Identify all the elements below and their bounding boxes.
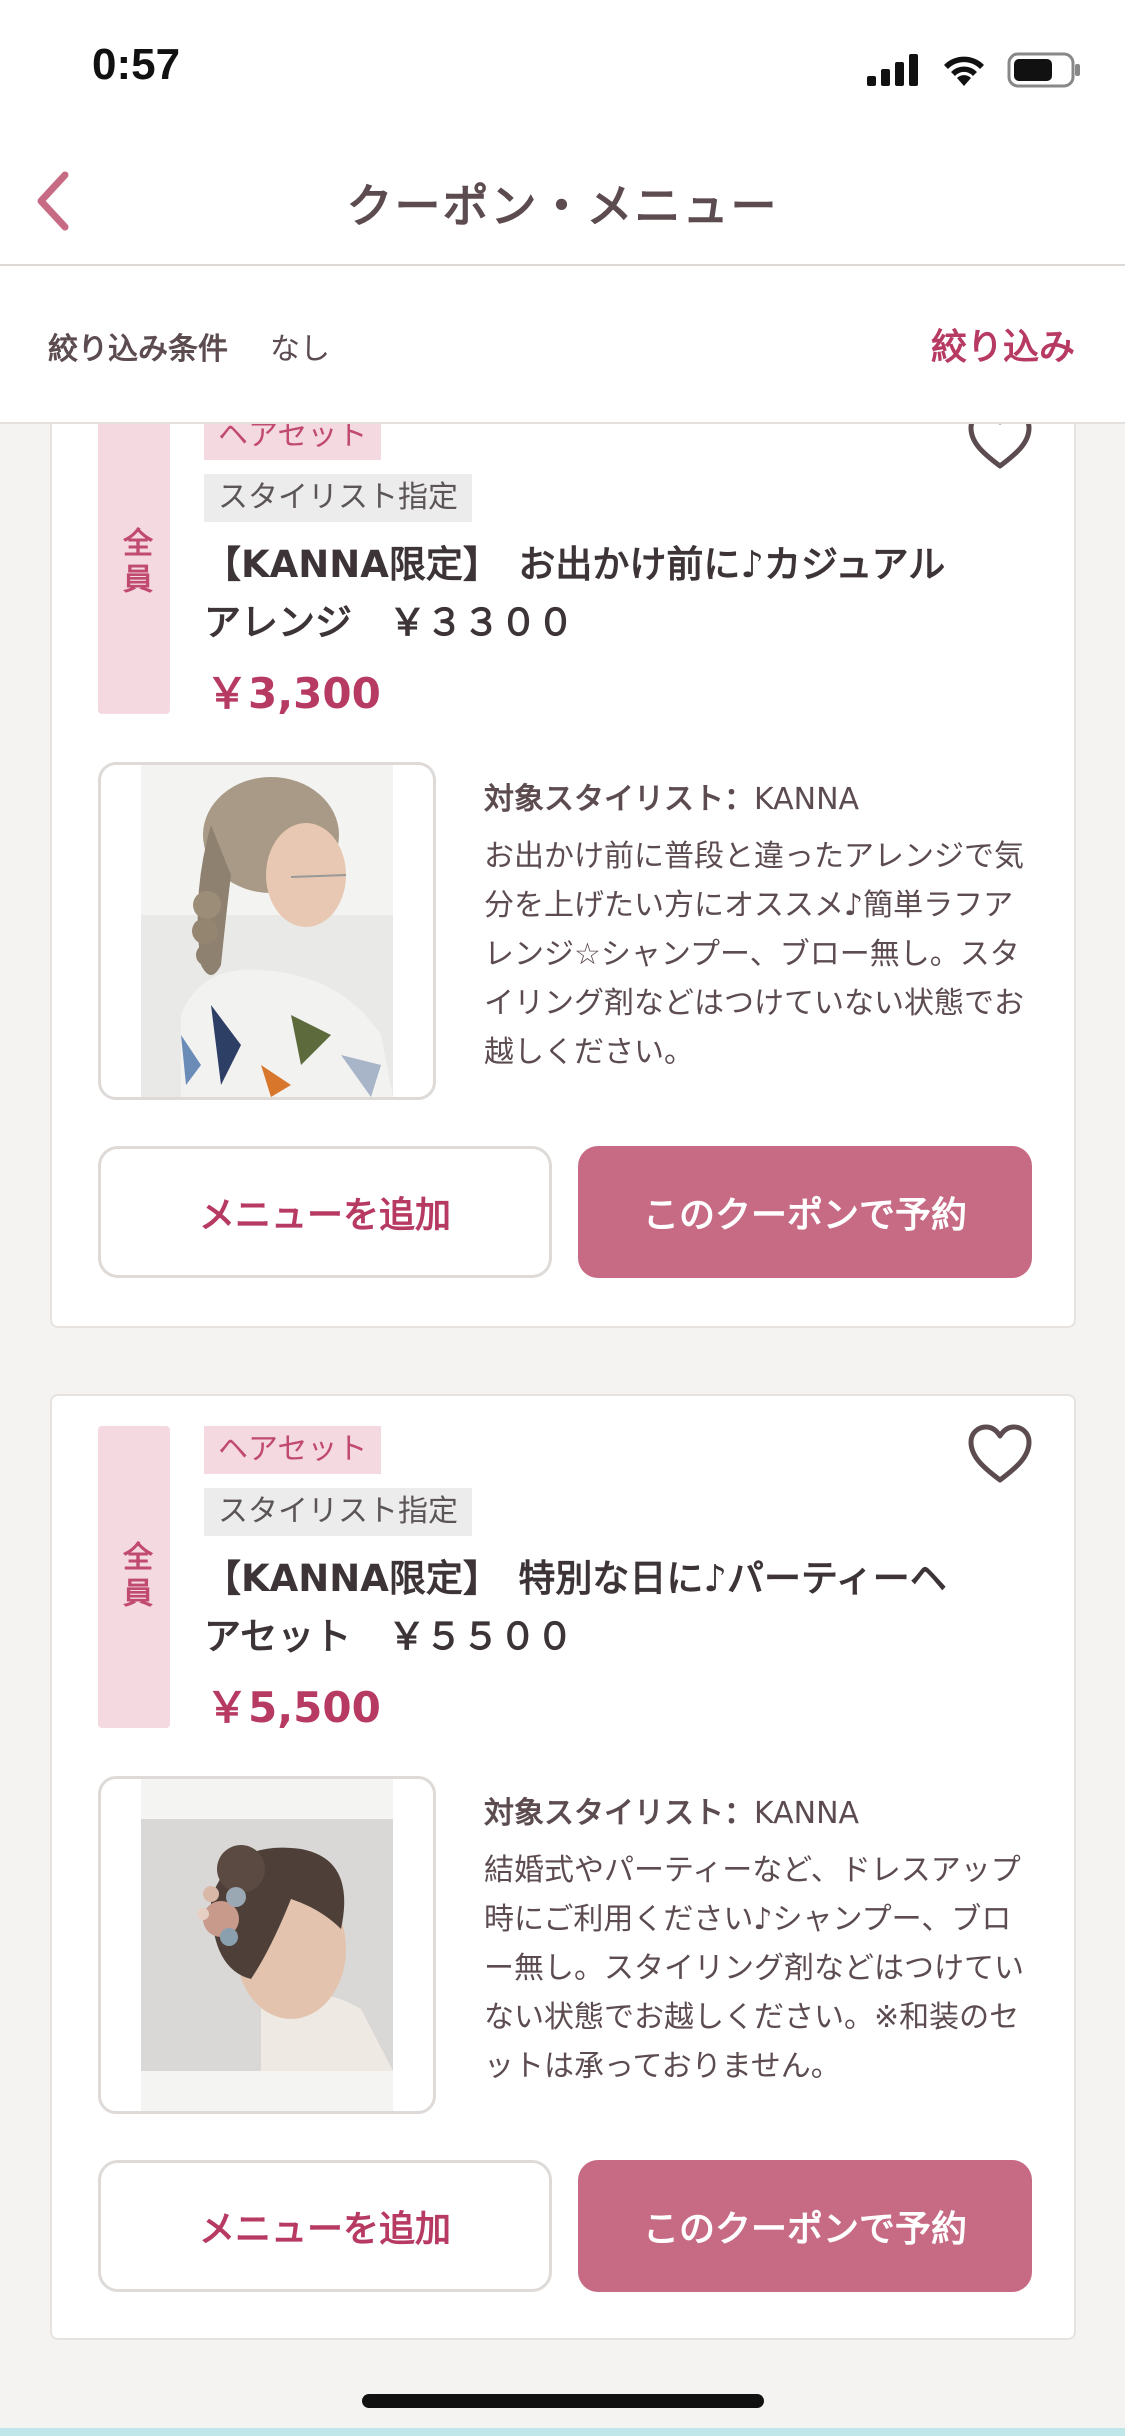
category-tag: ヘアセット	[204, 1426, 382, 1474]
target-stylist: 対象スタイリスト：KANNA	[484, 1788, 859, 1832]
coupon-title: 【KANNA限定】 特別な日に♪パーティーヘアセット ￥５５００	[204, 1557, 947, 1658]
coupon-description: 結婚式やパーティーなど、ドレスアップ時にご利用ください♪シャンプー、ブロー無し。…	[484, 1853, 1024, 2084]
target-stylist-name: KANNA	[754, 1796, 860, 1831]
wifi-icon	[944, 56, 984, 86]
nav-bar: クーポン・メニュー	[0, 140, 1125, 266]
target-stylist: 対象スタイリスト：KANNA	[484, 774, 859, 818]
bottom-strip	[0, 2428, 1125, 2436]
filter-condition-label: 絞り込み条件	[48, 332, 228, 367]
coupon-card: 全員 ヘアセット スタイリスト指定 【KANNA限定】 お出かけ前に♪カジュアル…	[50, 424, 1076, 1328]
target-stylist-label: 対象スタイリスト：	[484, 1796, 754, 1831]
home-indicator-area	[0, 2366, 1125, 2436]
heart-icon[interactable]	[966, 424, 1034, 472]
coupon-price: ￥5,500	[206, 1683, 381, 1732]
target-badge-label: 全員	[117, 527, 152, 599]
add-menu-button[interactable]: メニューを追加	[98, 2160, 552, 2292]
category-tag: ヘアセット	[204, 424, 382, 460]
coupon-description: お出かけ前に普段と違ったアレンジで気分を上げたい方にオススメ♪簡単ラフアレンジ☆…	[484, 839, 1024, 1070]
battery-icon	[1007, 52, 1080, 88]
target-stylist-name: KANNA	[754, 782, 860, 817]
add-menu-button[interactable]: メニューを追加	[98, 1146, 552, 1278]
home-indicator[interactable]	[362, 2394, 764, 2408]
hairstyle-photo	[141, 765, 393, 1097]
hairstyle-photo	[141, 1779, 393, 2111]
coupon-image	[98, 1776, 436, 2114]
reserve-coupon-button[interactable]: このクーポンで予約	[578, 2160, 1032, 2292]
coupon-price: ￥3,300	[206, 669, 381, 718]
heart-icon[interactable]	[966, 1422, 1034, 1486]
page-title: クーポン・メニュー	[346, 179, 779, 233]
coupon-card: 全員 ヘアセット スタイリスト指定 【KANNA限定】 特別な日に♪パーティーヘ…	[50, 1394, 1076, 2340]
target-badge-label: 全員	[117, 1541, 152, 1613]
status-icons	[867, 50, 1081, 90]
coupon-title: 【KANNA限定】 お出かけ前に♪カジュアルアレンジ ￥３３００	[204, 543, 946, 644]
target-stylist-label: 対象スタイリスト：	[484, 782, 754, 817]
coupon-image	[98, 762, 436, 1100]
status-time: 0:57	[92, 40, 181, 89]
signal-icon	[867, 54, 918, 86]
reserve-coupon-button[interactable]: このクーポンで予約	[578, 1146, 1032, 1278]
stylist-tag: スタイリスト指定	[204, 1488, 472, 1536]
filter-bar: 絞り込み条件 なし 絞り込み	[0, 266, 1125, 424]
status-bar: 0:57	[0, 0, 1125, 140]
stylist-tag: スタイリスト指定	[204, 474, 472, 522]
target-badge: 全員	[98, 1426, 170, 1728]
coupon-list[interactable]: 全員 ヘアセット スタイリスト指定 【KANNA限定】 お出かけ前に♪カジュアル…	[0, 424, 1125, 2366]
target-badge: 全員	[98, 424, 170, 714]
filter-button[interactable]: 絞り込み	[931, 318, 1075, 370]
filter-condition-value: なし	[270, 332, 330, 367]
